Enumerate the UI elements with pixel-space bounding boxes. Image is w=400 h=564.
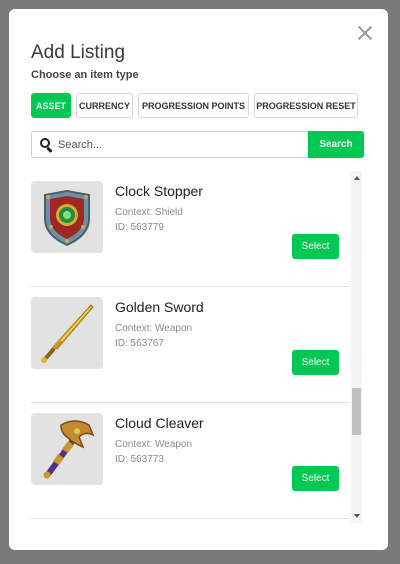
tab-progression-reset[interactable]: PROGRESSION RESET <box>254 93 358 118</box>
item-id: ID: 563773 <box>115 454 164 465</box>
scrollbar[interactable] <box>351 171 362 523</box>
item-id: ID: 563779 <box>115 222 164 233</box>
tab-progression-points[interactable]: PROGRESSION POINTS <box>138 93 249 118</box>
select-button[interactable]: Select <box>292 350 339 375</box>
item-context: Context: Shield <box>115 207 183 218</box>
add-listing-dialog: Add Listing Choose an item type ASSET CU… <box>9 9 388 550</box>
item-list: Clock Stopper Context: Shield ID: 563779… <box>31 171 349 523</box>
tab-currency[interactable]: CURRENCY <box>76 93 133 118</box>
dialog-title: Add Listing <box>31 42 126 63</box>
item-context: Context: Weapon <box>115 439 193 450</box>
item-context: Context: Weapon <box>115 323 193 334</box>
sword-icon <box>31 297 103 369</box>
item-name: Cloud Cleaver <box>115 415 204 431</box>
list-item: Golden Sword Context: Weapon ID: 563767 … <box>31 287 349 403</box>
select-button[interactable]: Select <box>292 466 339 491</box>
tab-asset[interactable]: ASSET <box>31 93 71 118</box>
shield-icon <box>31 181 103 253</box>
scrollbar-thumb[interactable] <box>352 388 361 435</box>
list-item: Cloud Cleaver Context: Weapon ID: 563773… <box>31 403 349 519</box>
search-input[interactable] <box>58 138 298 151</box>
list-item: Clock Stopper Context: Shield ID: 563779… <box>31 171 349 287</box>
scroll-up-arrow-icon[interactable] <box>354 176 360 180</box>
item-id: ID: 563767 <box>115 338 164 349</box>
search-bar: Search <box>31 131 364 158</box>
search-field <box>31 131 308 158</box>
scroll-down-arrow-icon[interactable] <box>354 514 360 518</box>
dialog-subtitle: Choose an item type <box>31 69 139 81</box>
item-name: Clock Stopper <box>115 183 203 199</box>
search-icon <box>40 138 53 154</box>
item-name: Golden Sword <box>115 299 204 315</box>
item-type-tabs: ASSET CURRENCY PROGRESSION POINTS PROGRE… <box>31 93 358 118</box>
close-icon[interactable] <box>357 25 373 41</box>
select-button[interactable]: Select <box>292 234 339 259</box>
axe-icon <box>31 413 103 485</box>
search-button[interactable]: Search <box>308 131 364 158</box>
